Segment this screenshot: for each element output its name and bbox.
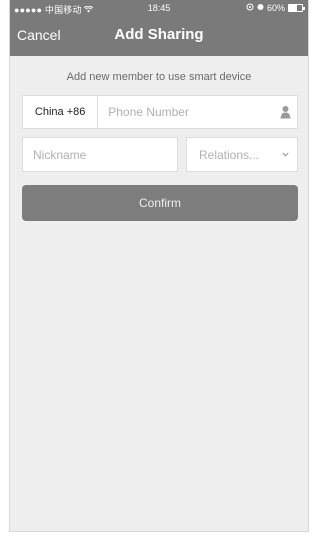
battery-percent: 60% [266,3,285,13]
form-hint: Add new member to use smart device [66,71,252,83]
phone-number-input[interactable] [98,96,274,128]
nickname-relation-row: Relations... [22,137,298,172]
status-right: 60% [246,3,305,13]
battery-fill [289,5,297,11]
phone-row: China +86 [22,95,298,129]
confirm-button[interactable]: Confirm [22,185,298,221]
chevron-down-icon [282,152,289,157]
country-code-selector[interactable]: China +86 [23,96,99,128]
phone-screen: ●●●●● 中国移动 18:45 60% Cancel Add Sharing [9,0,309,532]
relations-dropdown[interactable]: Relations... [186,137,298,172]
nickname-box [22,137,178,172]
location-icon [246,3,254,13]
status-bar: ●●●●● 中国移动 18:45 60% [10,0,308,16]
nav-bar: Cancel Add Sharing [10,16,308,56]
alarm-icon [257,3,264,13]
nickname-input[interactable] [23,138,177,171]
page-title: Add Sharing [114,26,204,43]
relations-label: Relations... [199,147,260,162]
contact-icon[interactable] [273,96,297,128]
battery-icon [288,4,305,12]
